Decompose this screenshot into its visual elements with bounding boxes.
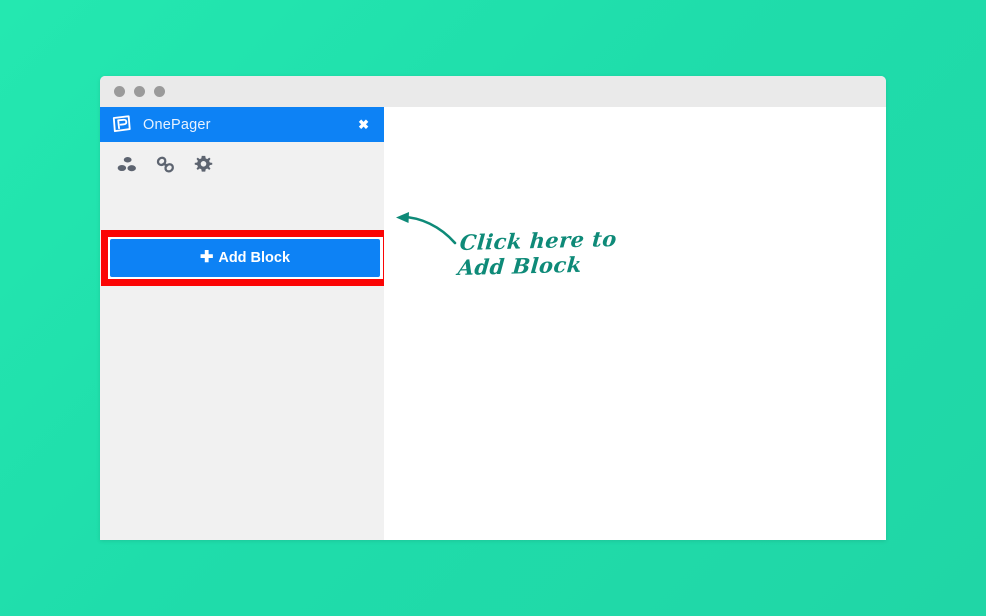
app-window: OnePager ✖ ✚ Add Block [100, 76, 886, 540]
add-block-label: Add Block [218, 250, 291, 266]
panel-toolbar [100, 142, 384, 186]
close-icon[interactable]: ✖ [355, 116, 372, 133]
traffic-light-minimize[interactable] [134, 86, 145, 97]
traffic-light-close[interactable] [114, 86, 125, 97]
onepager-logo-icon [111, 114, 132, 135]
panel-header: OnePager ✖ [100, 107, 384, 142]
onepager-sidebar: OnePager ✖ ✚ Add Block [100, 107, 390, 540]
traffic-light-maximize[interactable] [154, 86, 165, 97]
add-block-button[interactable]: ✚ Add Block [110, 239, 380, 277]
panel-title: OnePager [143, 116, 211, 133]
plus-icon: ✚ [199, 249, 214, 266]
window-body: OnePager ✖ ✚ Add Block [100, 107, 886, 540]
page-canvas[interactable] [384, 107, 886, 540]
blocks-icon[interactable] [108, 149, 146, 179]
window-title-bar [100, 76, 886, 107]
link-icon[interactable] [146, 149, 184, 179]
gear-icon[interactable] [184, 149, 222, 179]
